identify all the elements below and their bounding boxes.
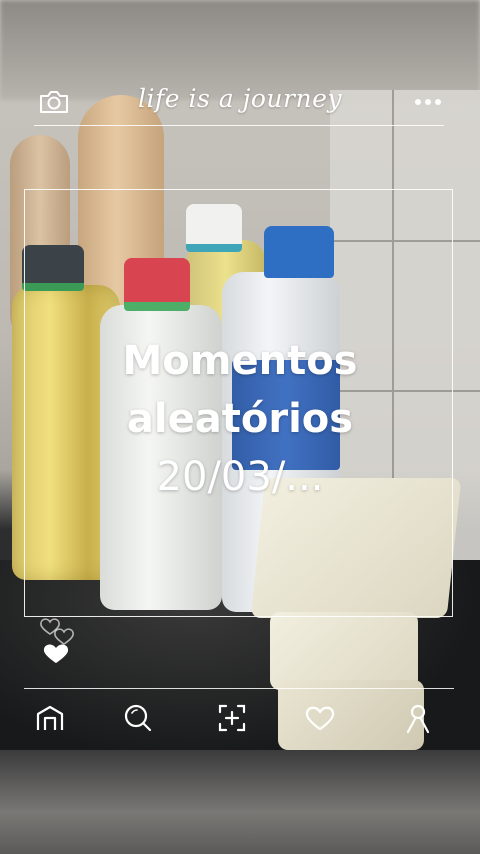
heart-outline-icon [54, 628, 74, 645]
search-icon[interactable] [122, 702, 154, 734]
bottom-divider [24, 688, 454, 689]
post-date: 20/03/... [156, 454, 324, 500]
heart-outline-icon [40, 618, 60, 635]
tagline: life is a journey [138, 84, 342, 113]
photo-bottom-blur [0, 750, 480, 854]
heart-filled-icon [43, 644, 69, 663]
add-post-icon[interactable] [216, 702, 248, 734]
soap-bar-middle [270, 612, 418, 690]
top-bar: life is a journey [0, 80, 480, 124]
bottom-nav [0, 696, 480, 740]
post-title-line1: Momentos [122, 338, 358, 384]
top-divider [34, 125, 444, 126]
reaction-hearts[interactable] [38, 612, 82, 668]
post-title-line2: aleatórios [126, 396, 354, 442]
heart-icon[interactable] [304, 702, 336, 734]
home-icon[interactable] [34, 702, 66, 734]
profile-icon[interactable] [402, 702, 434, 734]
more-icon[interactable] [412, 90, 444, 114]
